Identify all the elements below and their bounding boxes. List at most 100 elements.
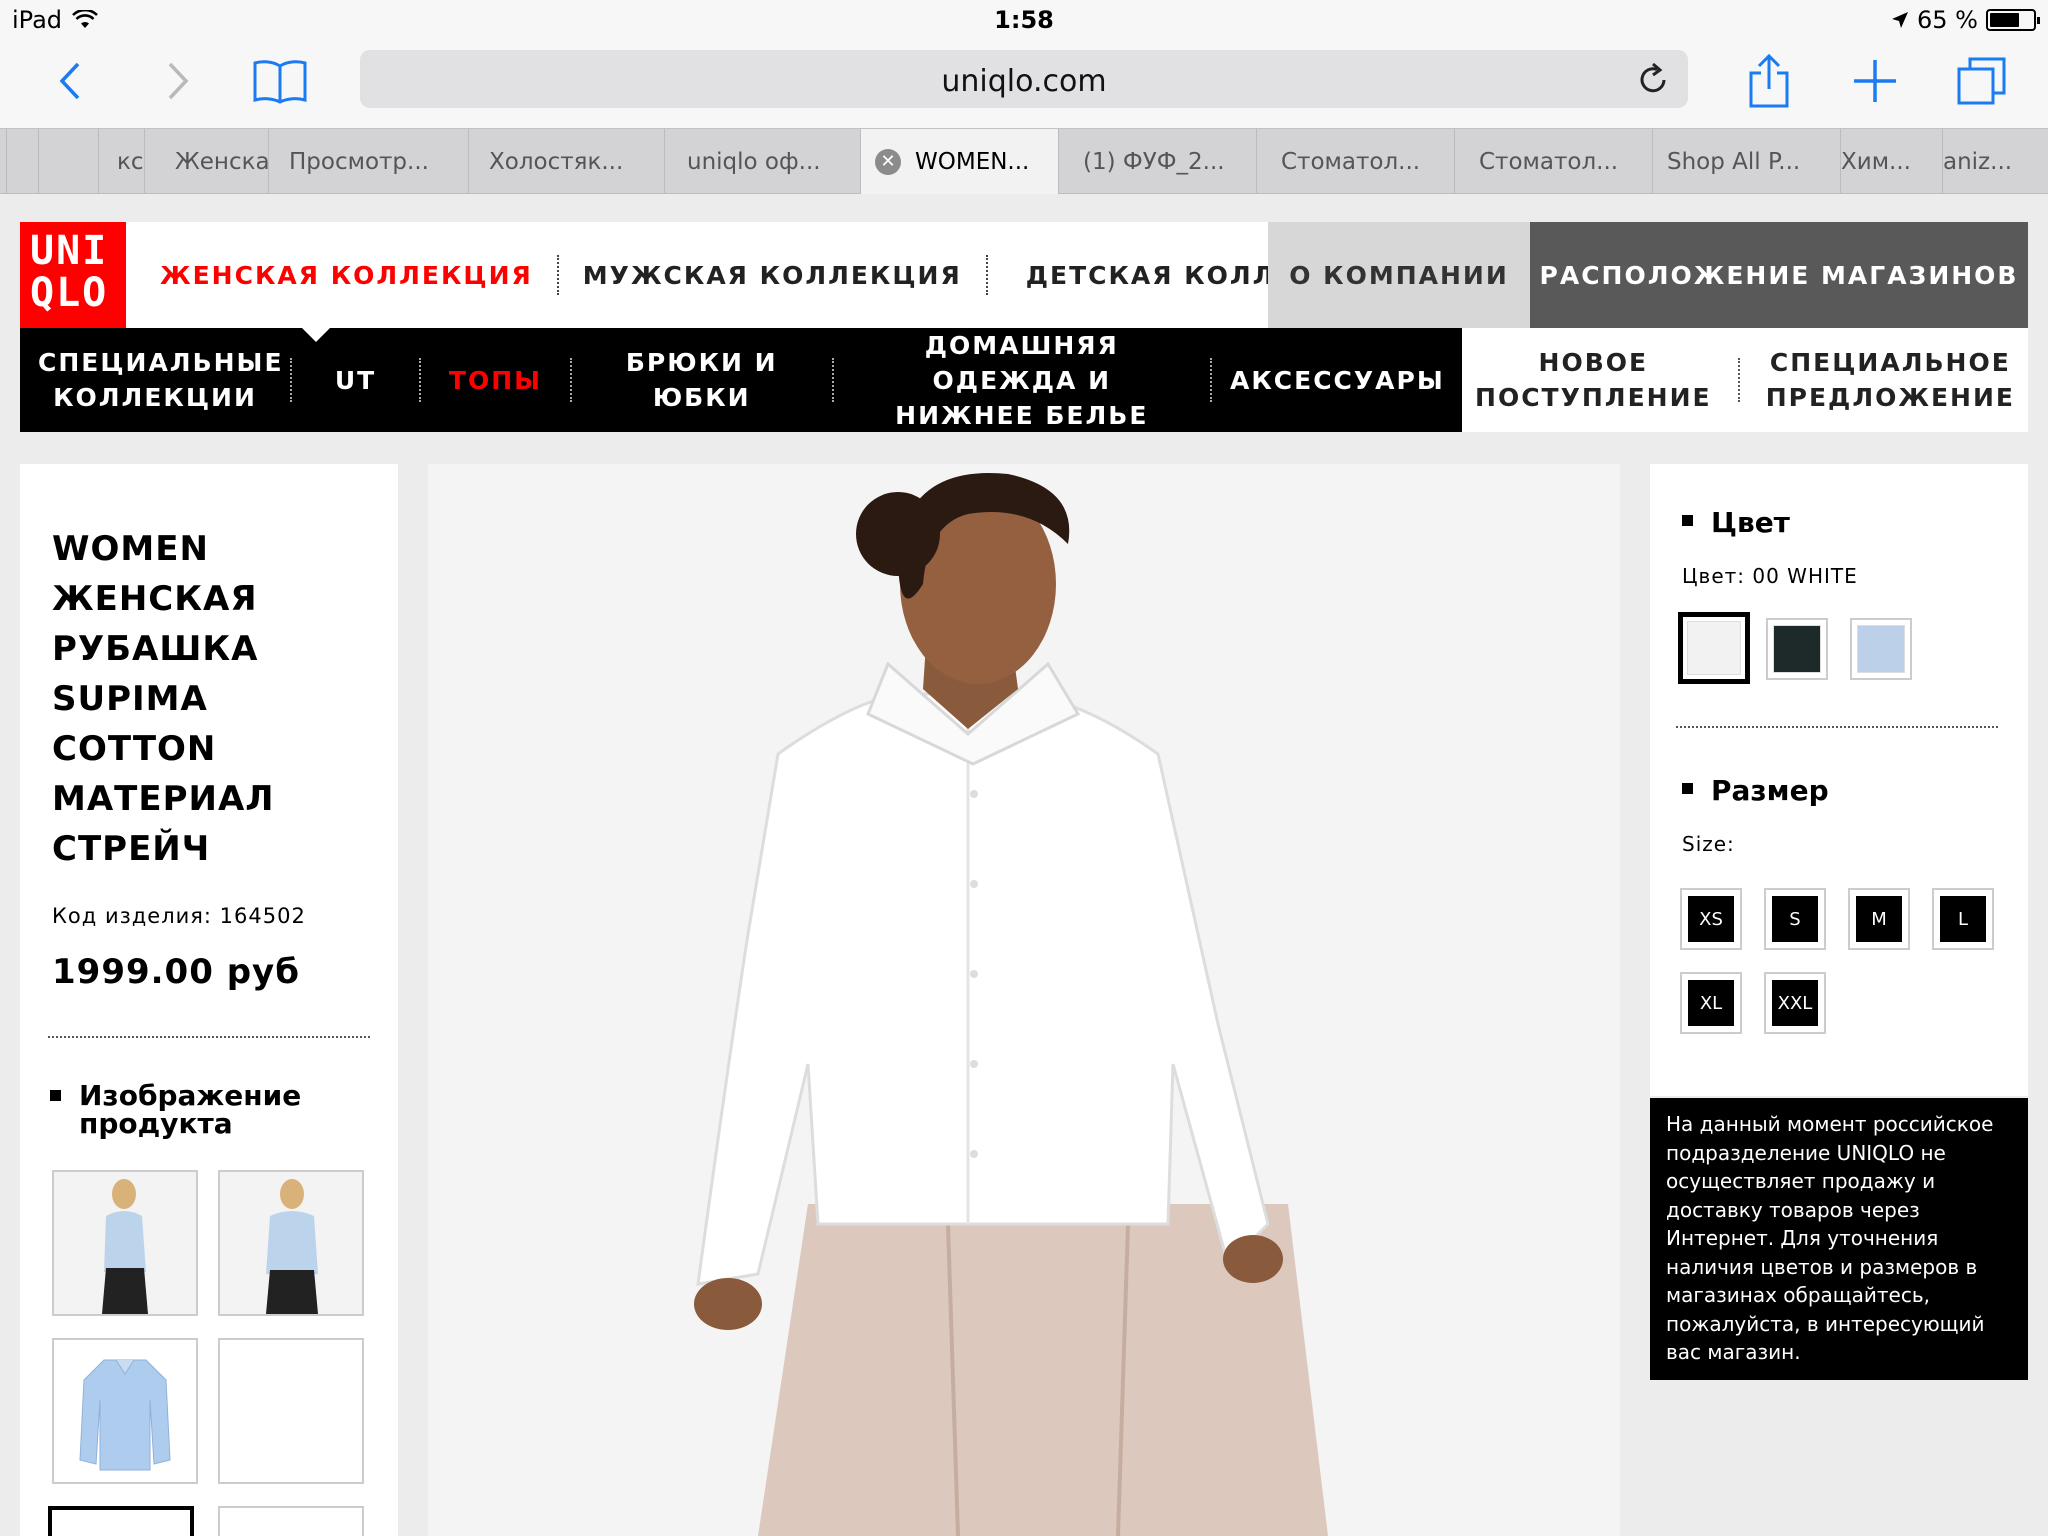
color-heading: Цвет	[1682, 506, 1790, 539]
color-swatch-dark-green[interactable]	[1766, 618, 1828, 680]
subnav-ut[interactable]: UT	[292, 363, 419, 398]
forward-icon	[168, 62, 189, 100]
back-icon	[59, 62, 80, 100]
tab-stub[interactable]	[38, 129, 98, 194]
nav-store-locator[interactable]: РАСПОЛОЖЕНИЕ МАГАЗИНОВ	[1530, 222, 2028, 328]
product-images-heading: Изображение продукта	[50, 1082, 319, 1138]
close-tab-icon[interactable]: ✕	[875, 148, 901, 175]
share-button[interactable]	[1744, 48, 1794, 114]
divider	[1676, 726, 1998, 728]
product-thumbnail[interactable]	[52, 1338, 198, 1484]
size-text: XXL	[1772, 980, 1818, 1026]
model-back-image	[220, 1172, 362, 1314]
nav-men[interactable]: МУЖСКАЯ КОЛЛЕКЦИЯ	[559, 261, 986, 290]
tab-active[interactable]: ✕ WOMEN...	[860, 129, 1058, 194]
subnav-loungewear[interactable]: ДОМАШНЯЯ ОДЕЖДА И НИЖНЕЕ БЕЛЬЕ	[834, 328, 1210, 433]
size-text: L	[1940, 896, 1986, 942]
size-option-m[interactable]: M	[1848, 888, 1910, 950]
site-header: UNI QLO ЖЕНСКАЯ КОЛЛЕКЦИЯ МУЖСКАЯ КОЛЛЕК…	[20, 222, 2028, 342]
size-option-xs[interactable]: XS	[1680, 888, 1742, 950]
product-title: WOMEN ЖЕНСКАЯ РУБАШКА SUPIMA COTTON МАТЕ…	[52, 529, 275, 869]
product-thumbnail[interactable]	[52, 1170, 198, 1316]
divider	[48, 1036, 370, 1038]
tab-label: aniz...	[1943, 148, 2013, 175]
color-chip	[1773, 625, 1821, 673]
tab-stub[interactable]	[6, 129, 38, 194]
tab[interactable]: Просмотр...	[268, 129, 468, 194]
tab[interactable]: кс	[98, 129, 144, 194]
battery-icon	[1986, 9, 2040, 31]
tab[interactable]: Женска	[144, 129, 268, 194]
subnav-pants-skirts[interactable]: БРЮКИ И ЮБКИ	[572, 345, 832, 415]
new-tab-icon	[1854, 60, 1896, 102]
address-bar[interactable]: uniqlo.com	[360, 50, 1688, 108]
new-tab-button[interactable]	[1850, 48, 1900, 114]
nav-about[interactable]: О КОМПАНИИ	[1268, 222, 1530, 328]
size-text: XL	[1688, 980, 1734, 1026]
tab[interactable]: uniqlo оф...	[664, 129, 860, 194]
tab-bar: кс Женска Просмотр... Холостяк... uniqlo…	[0, 128, 2048, 194]
size-heading: Размер	[1682, 774, 1829, 807]
browser-toolbar: uniqlo.com	[0, 40, 2048, 128]
tab-label: Стоматол...	[1479, 148, 1619, 175]
size-option-xl[interactable]: XL	[1680, 972, 1742, 1034]
subnav-tops[interactable]: ТОПЫ	[421, 363, 570, 398]
subnav-special-collections[interactable]: СПЕЦИАЛЬНЫЕ КОЛЛЕКЦИИ	[20, 345, 290, 415]
product-thumbnail[interactable]	[218, 1506, 364, 1536]
tab-label: Женска	[175, 148, 268, 175]
tab[interactable]: Хим...	[1840, 129, 1942, 194]
model-side-image	[54, 1172, 196, 1314]
tabs-button[interactable]	[1954, 48, 2010, 114]
color-swatch-white[interactable]	[1678, 612, 1750, 684]
tab[interactable]: Холостяк...	[468, 129, 664, 194]
flat-shirt-image	[54, 1340, 196, 1482]
size-label: Size:	[1682, 832, 1735, 856]
product-thumbnail-selected[interactable]	[48, 1506, 194, 1536]
selected-color-label: Цвет: 00 WHITE	[1682, 564, 1858, 588]
tab-label: Хим...	[1841, 148, 1911, 175]
product-info-panel: WOMEN ЖЕНСКАЯ РУБАШКА SUPIMA COTTON МАТЕ…	[20, 464, 398, 1536]
color-swatch-light-blue[interactable]	[1850, 618, 1912, 680]
forward-button[interactable]	[158, 48, 198, 114]
tab-label: Холостяк...	[489, 148, 624, 175]
location-arrow-icon	[1892, 12, 1909, 28]
model-wearing-white-shirt-image	[428, 464, 1620, 1536]
back-button[interactable]	[50, 48, 90, 114]
size-text: S	[1772, 896, 1818, 942]
tab[interactable]: aniz...	[1942, 129, 2048, 194]
size-option-xxl[interactable]: XXL	[1764, 972, 1826, 1034]
product-thumbnail[interactable]	[218, 1338, 364, 1484]
tab[interactable]: Стоматол...	[1256, 129, 1454, 194]
uniqlo-logo[interactable]: UNI QLO	[20, 222, 126, 328]
tab[interactable]: Стоматол...	[1454, 129, 1652, 194]
subnav-accessories[interactable]: АКСЕССУАРЫ	[1212, 363, 1462, 398]
share-icon	[1749, 53, 1789, 108]
size-option-l[interactable]: L	[1932, 888, 1994, 950]
tab-label: uniqlo оф...	[687, 148, 821, 175]
nav-women[interactable]: ЖЕНСКАЯ КОЛЛЕКЦИЯ	[126, 261, 557, 290]
size-option-s[interactable]: S	[1764, 888, 1826, 950]
tab-label: Просмотр...	[289, 148, 429, 175]
battery-percent: 65 %	[1917, 6, 1978, 34]
product-images-heading-text: Изображение продукта	[79, 1079, 302, 1140]
bookmarks-button[interactable]	[250, 48, 310, 114]
product-options-panel: Цвет Цвет: 00 WHITE Размер Size: XS S M …	[1650, 464, 2028, 1096]
tab[interactable]: (1) ФУФ_2...	[1058, 129, 1256, 194]
subnav-special-offer[interactable]: СПЕЦИАЛЬНОЕ ПРЕДЛОЖЕНИЕ	[1766, 345, 2015, 415]
product-thumbnail[interactable]	[218, 1170, 364, 1316]
size-text: XS	[1688, 896, 1734, 942]
product-code: Код изделия: 164502	[52, 904, 306, 928]
size-heading-text: Размер	[1711, 774, 1829, 807]
active-nav-caret	[302, 328, 330, 342]
bullet-icon	[1682, 783, 1693, 794]
reload-button[interactable]	[1638, 62, 1670, 100]
bullet-icon	[50, 1090, 61, 1101]
color-chip	[1857, 625, 1905, 673]
tab[interactable]: Shop All P...	[1652, 129, 1840, 194]
subnav-new-arrivals[interactable]: НОВОЕ ПОСТУПЛЕНИЕ	[1475, 345, 1712, 415]
logo-line-1: UNI	[30, 228, 109, 274]
main-nav: ЖЕНСКАЯ КОЛЛЕКЦИЯ МУЖСКАЯ КОЛЛЕКЦИЯ ДЕТС…	[126, 222, 1410, 328]
main-product-image[interactable]	[428, 464, 1620, 1536]
bookmarks-icon	[253, 60, 307, 104]
tab-label: WOMEN...	[915, 148, 1030, 175]
